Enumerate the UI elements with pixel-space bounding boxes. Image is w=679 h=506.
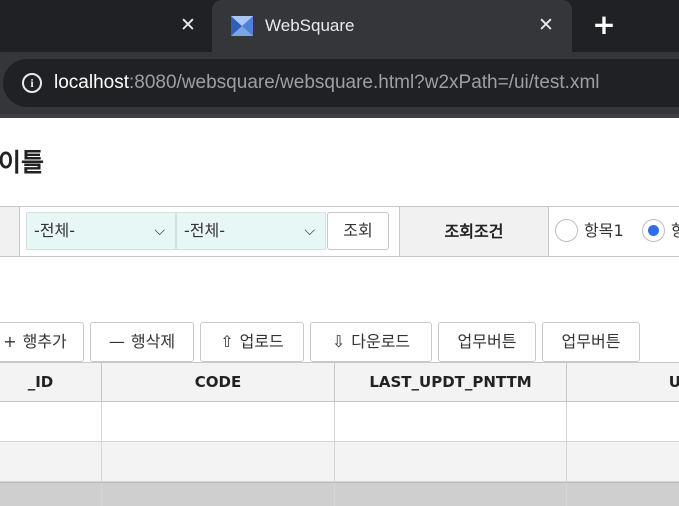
chevron-down-icon: ⌵	[154, 223, 165, 239]
active-tab[interactable]: WebSquare ✕	[212, 0, 572, 52]
column-header-last-updt-pnttm[interactable]: LAST_UPDT_PNTTM	[335, 363, 567, 401]
column-header-usi[interactable]: USI	[567, 363, 679, 401]
download-icon: ⇩	[331, 332, 346, 351]
column-header-id[interactable]: _ID	[0, 363, 102, 401]
grid-header: _ID CODE LAST_UPDT_PNTTM USI	[0, 362, 679, 402]
table-cell[interactable]	[102, 402, 335, 441]
radio-item1-label: 항목1	[584, 221, 624, 240]
page-title: 이틀	[0, 148, 45, 177]
select-value: -전체-	[34, 221, 75, 240]
close-tab-icon[interactable]: ✕	[534, 12, 558, 38]
select-value: -전체-	[184, 221, 225, 240]
radio-item1[interactable]	[555, 219, 578, 242]
table-cell[interactable]	[102, 483, 335, 506]
business-button-1[interactable]: 업무버튼	[438, 322, 536, 362]
table-cell[interactable]	[335, 483, 567, 506]
tab-title: WebSquare	[265, 16, 355, 35]
page-content: 이틀 -전체- ⌵ -전체- ⌵ 조회 조회조건 항목1 항 + 행추가 — 행삭제…	[0, 118, 679, 506]
table-cell[interactable]	[335, 442, 567, 481]
address-bar[interactable]: i localhost:8080/websquare/websquare.htm…	[3, 59, 679, 107]
category-select-2[interactable]: -전체- ⌵	[176, 212, 326, 250]
button-label: 행추가	[22, 332, 67, 351]
url-host: localhost	[54, 72, 129, 93]
search-condition-label: 조회조건	[399, 207, 549, 256]
table-cell[interactable]	[0, 442, 102, 481]
button-label: 다운로드	[351, 332, 411, 351]
table-cell[interactable]	[335, 402, 567, 441]
upload-button[interactable]: ⇧ 업로드	[200, 322, 304, 362]
table-row[interactable]	[0, 402, 679, 442]
column-header-code[interactable]: CODE	[102, 363, 335, 401]
button-label: 행삭제	[130, 332, 176, 351]
search-condition-bar: -전체- ⌵ -전체- ⌵ 조회 조회조건 항목1 항	[0, 206, 679, 257]
button-label: 업무버튼	[457, 332, 517, 351]
url-text[interactable]: localhost:8080/websquare/websquare.html?…	[54, 70, 600, 96]
url-path: :8080/websquare/websquare.html?w2xPath=/…	[129, 72, 600, 93]
grid-button-row: + 행추가 — 행삭제 ⇧ 업로드 ⇩ 다운로드 업무버튼 업무버튼	[0, 322, 679, 362]
download-button[interactable]: ⇩ 다운로드	[310, 322, 432, 362]
table-row[interactable]	[0, 442, 679, 482]
table-cell[interactable]	[0, 402, 102, 441]
site-info-icon[interactable]: i	[22, 73, 42, 93]
add-row-button[interactable]: + 행추가	[0, 322, 84, 362]
browser-tab-bar: ✕ WebSquare ✕ +	[0, 0, 679, 52]
button-label: 업무버튼	[561, 332, 621, 351]
table-cell[interactable]	[567, 402, 679, 441]
category-select-1[interactable]: -전체- ⌵	[26, 212, 176, 250]
plus-icon: +	[3, 332, 17, 351]
table-cell[interactable]	[567, 442, 679, 481]
table-row[interactable]	[0, 482, 679, 506]
search-button[interactable]: 조회	[327, 212, 389, 250]
button-label: 업로드	[239, 332, 284, 351]
new-tab-button[interactable]: +	[590, 10, 618, 40]
data-grid: _ID CODE LAST_UPDT_PNTTM USI	[0, 362, 679, 506]
minus-icon: —	[108, 332, 125, 351]
radio-item2-label: 항	[671, 221, 679, 240]
business-button-2[interactable]: 업무버튼	[542, 322, 640, 362]
chevron-down-icon: ⌵	[304, 223, 315, 239]
table-cell[interactable]	[102, 442, 335, 481]
radio-item2[interactable]	[642, 219, 665, 242]
browser-toolbar: i localhost:8080/websquare/websquare.htm…	[0, 52, 679, 114]
search-label-cell	[0, 207, 20, 256]
table-cell[interactable]	[0, 483, 102, 506]
upload-icon: ⇧	[220, 332, 234, 351]
close-tab-icon[interactable]: ✕	[176, 12, 200, 38]
table-cell[interactable]	[567, 483, 679, 506]
delete-row-button[interactable]: — 행삭제	[90, 322, 194, 362]
websquare-favicon-icon	[231, 16, 253, 36]
